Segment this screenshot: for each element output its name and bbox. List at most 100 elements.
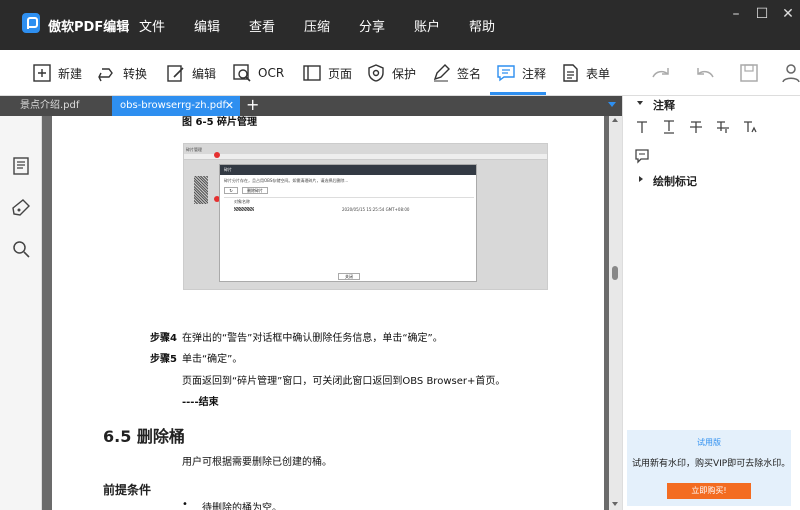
new-label: 新建 xyxy=(58,66,83,81)
screenshot-row-date: 2020/05/15 15:25:54 GMT+08:00 xyxy=(342,207,410,212)
step5-desc: 页面返回到“碎片管理”窗口，可关闭此窗口返回到OBS Browser+首页。 xyxy=(182,376,506,387)
tab-label: 景点介绍.pdf xyxy=(20,100,80,111)
bookmark-icon[interactable] xyxy=(11,198,31,218)
scroll-down-icon[interactable] xyxy=(612,502,618,506)
menu-edit[interactable]: 编辑 xyxy=(194,16,220,35)
thumbnails-icon[interactable] xyxy=(11,156,31,176)
edit-button[interactable]: 编辑 xyxy=(166,62,216,84)
save-icon[interactable] xyxy=(738,62,760,84)
pen-icon xyxy=(433,64,450,82)
screenshot-toolbar-text: 碎片管理 xyxy=(186,147,202,152)
buy-now-button[interactable]: 立即购买! xyxy=(667,483,751,499)
title-bar: 傲软PDF编辑 文件 编辑 查看 压缩 分享 账户 帮助 – ☐ ✕ xyxy=(0,0,800,50)
screenshot-divider xyxy=(224,197,474,198)
redo-icon[interactable] xyxy=(650,62,672,84)
trial-title: 试用版 xyxy=(697,438,721,447)
scroll-thumb[interactable] xyxy=(612,266,618,280)
tab-obs-browser[interactable]: obs-browserrg-zh.pdf ✕ xyxy=(112,96,240,116)
collapse-annot-icon[interactable] xyxy=(637,101,643,105)
tab-label: obs-browserrg-zh.pdf xyxy=(120,100,226,111)
convert-button[interactable]: 转换 xyxy=(97,62,147,84)
new-icon xyxy=(33,64,51,82)
trial-text: 试用新有水印，购买VIP即可去除水印。 xyxy=(632,459,791,469)
step5-label: 步骤5 xyxy=(150,354,177,365)
edit-icon xyxy=(167,65,184,82)
screenshot-dialog-header xyxy=(220,165,476,175)
menu-compress[interactable]: 压缩 xyxy=(304,16,330,35)
undo-icon[interactable] xyxy=(694,62,716,84)
annotate-button[interactable]: 注释 xyxy=(496,62,546,84)
user-icon[interactable] xyxy=(780,62,800,84)
draw-section-title[interactable]: 绘制标记 xyxy=(653,173,697,189)
protect-label: 保护 xyxy=(392,66,417,81)
sign-button[interactable]: 签名 xyxy=(431,62,481,84)
annotate-label: 注释 xyxy=(522,66,547,81)
convert-icon xyxy=(98,68,113,82)
menu-account[interactable]: 账户 xyxy=(414,16,440,35)
convert-label: 转换 xyxy=(123,66,148,81)
scroll-up-icon[interactable] xyxy=(612,118,618,122)
screenshot-dialog-title: 碎片 xyxy=(224,167,232,172)
comment-icon xyxy=(497,65,515,82)
underline-tool-icon[interactable] xyxy=(661,119,677,135)
main-toolbar: 新建 转换 编辑 OCR 页面 保护 签名 注释 表单 xyxy=(0,50,800,96)
screenshot-ok-button: 关闭 xyxy=(338,273,360,280)
search-icon[interactable] xyxy=(11,239,31,259)
trial-banner: 试用版 试用新有水印，购买VIP即可去除水印。 立即购买! xyxy=(627,430,791,506)
embedded-screenshot: 碎片管理 碎片 碎片分片存在，且占用OBS存储空间。如需清理碎片，请选择后删除.… xyxy=(183,143,548,290)
insert-text-tool-icon[interactable] xyxy=(742,119,758,135)
app-title: 傲软PDF编辑 xyxy=(48,20,130,35)
screenshot-dialog: 碎片 碎片分片存在，且占用OBS存储空间。如需清理碎片，请选择后删除... ↻ … xyxy=(219,164,477,282)
step4-text: 在弹出的“警告”对话框中确认删除任务信息，单击“确定”。 xyxy=(182,333,443,344)
figure-caption: 图 6-5 碎片管理 xyxy=(182,117,258,128)
app-logo-icon xyxy=(22,13,40,33)
page-label: 页面 xyxy=(328,66,353,81)
annotation-panel: 注释 绘制标记 试用版 试用新有水印，购买VIP即可去除水印。 立即购买! xyxy=(622,96,800,510)
strikethrough-tool-icon[interactable] xyxy=(688,119,704,135)
section-desc: 用户可根据需要删除已创建的桶。 xyxy=(182,457,332,468)
form-icon xyxy=(563,64,578,82)
left-sidebar xyxy=(0,116,42,510)
step4-label: 步骤4 xyxy=(150,333,177,344)
bullet-text: 待删除的桶为空。 xyxy=(202,503,282,510)
expand-draw-icon[interactable] xyxy=(639,176,643,182)
menu-file[interactable]: 文件 xyxy=(139,16,165,35)
form-label: 表单 xyxy=(586,66,611,81)
tab-dropdown-icon[interactable] xyxy=(608,102,616,107)
add-tab-icon[interactable]: + xyxy=(246,95,259,114)
maximize-icon[interactable]: ☐ xyxy=(752,6,772,22)
replace-text-tool-icon[interactable] xyxy=(715,119,731,135)
protect-button[interactable]: 保护 xyxy=(366,62,416,84)
menu-share[interactable]: 分享 xyxy=(359,16,385,35)
tab-close-icon[interactable]: ✕ xyxy=(225,96,234,116)
form-button[interactable]: 表单 xyxy=(560,62,610,84)
screenshot-refresh-button: ↻ xyxy=(224,187,238,194)
tab-jingdian[interactable]: 景点介绍.pdf xyxy=(0,96,112,116)
screenshot-thumbs xyxy=(194,176,208,204)
screenshot-badge xyxy=(214,152,220,158)
ocr-icon xyxy=(233,64,251,82)
menu-help[interactable]: 帮助 xyxy=(469,16,495,35)
screenshot-row-name xyxy=(234,207,254,211)
screenshot-toolbar xyxy=(184,154,547,160)
page-button[interactable]: 页面 xyxy=(302,62,352,84)
minimize-icon[interactable]: – xyxy=(726,6,746,22)
sign-label: 签名 xyxy=(457,66,482,81)
bullet-dot: • xyxy=(182,499,188,510)
ocr-button[interactable]: OCR xyxy=(232,62,284,84)
menu-view[interactable]: 查看 xyxy=(249,16,275,35)
screenshot-warn-text: 碎片分片存在，且占用OBS存储空间。如需清理碎片，请选择后删除... xyxy=(224,178,349,183)
annot-section-title[interactable]: 注释 xyxy=(653,97,675,113)
text-tool-icon[interactable] xyxy=(634,119,650,135)
note-tool-icon[interactable] xyxy=(634,148,650,164)
close-window-icon[interactable]: ✕ xyxy=(778,6,798,22)
end-text: ----结束 xyxy=(182,397,219,408)
step5-text: 单击“确定”。 xyxy=(182,354,243,365)
ocr-label: OCR xyxy=(258,66,285,80)
prereq-title: 前提条件 xyxy=(103,483,152,497)
screenshot-col-name: 对象名称 xyxy=(234,199,250,204)
section-title: 6.5 删除桶 xyxy=(103,427,185,446)
vertical-scrollbar[interactable] xyxy=(609,116,622,510)
screenshot-delete-button: 删除碎片 xyxy=(242,187,268,194)
new-button[interactable]: 新建 xyxy=(32,62,82,84)
